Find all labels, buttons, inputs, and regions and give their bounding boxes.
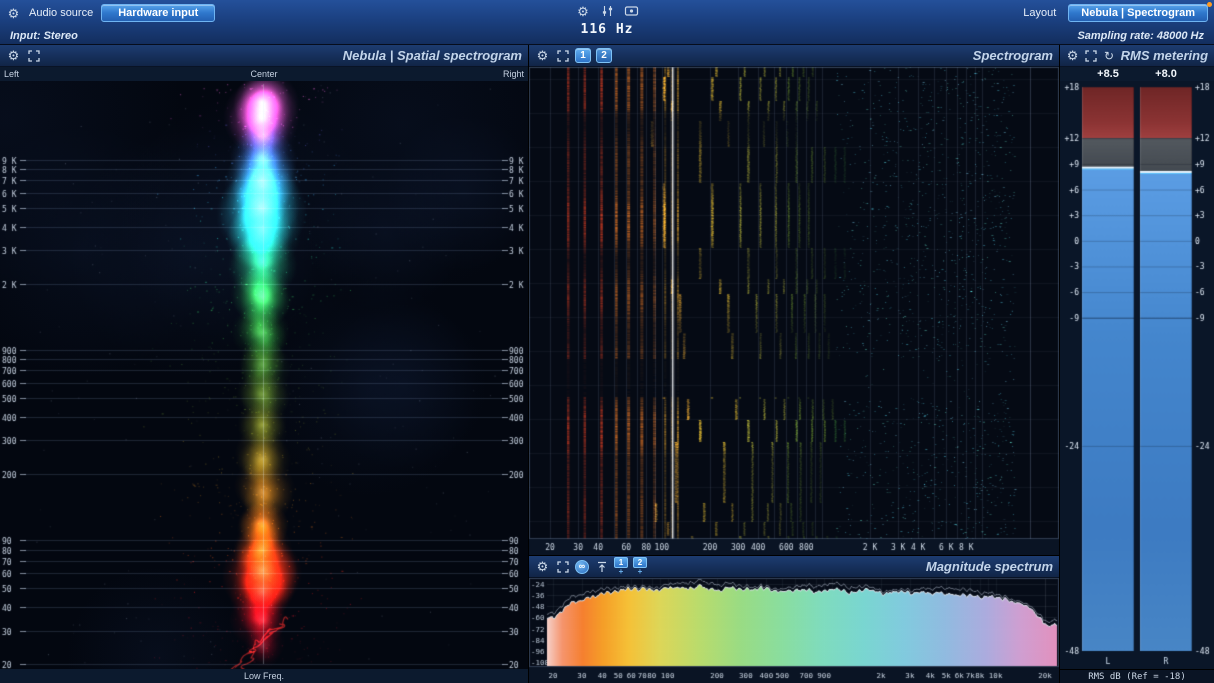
rms-meter-bars	[1060, 81, 1214, 669]
spectrogram-panel-title: Spectrogram	[972, 48, 1053, 63]
pan-left-label: Left	[4, 69, 20, 79]
rms-panel-header: ⚙ ↻ RMS metering	[1060, 45, 1214, 67]
rms-metering-panel: ⚙ ↻ RMS metering +8.5 +8.0 RMS dB (Ref =…	[1060, 45, 1214, 683]
input-mode-label: Input: Stereo	[10, 30, 78, 42]
magnitude-slot1-group: 1 +	[614, 557, 628, 576]
spectrogram-fullscreen-icon[interactable]	[555, 48, 570, 64]
rms-settings-gear-icon[interactable]: ⚙	[1066, 48, 1079, 64]
spatial-panel-title: Nebula | Spatial spectrogram	[342, 48, 522, 63]
rms-values-row: +8.5 +8.0	[1060, 67, 1214, 81]
spatial-fullscreen-icon[interactable]	[26, 48, 41, 64]
magnitude-panel-title: Magnitude spectrum	[925, 559, 1053, 574]
rms-right-value: +8.0	[1155, 68, 1177, 80]
hardware-input-button[interactable]: Hardware input	[101, 4, 216, 22]
spatial-panel-header: ⚙ Nebula | Spatial spectrogram	[0, 45, 528, 67]
io-routing-icon[interactable]	[600, 3, 615, 19]
audio-source-gear-icon[interactable]: ⚙	[6, 5, 21, 21]
topbar-center-group: ⚙ 116 Hz	[576, 2, 639, 37]
spatial-low-freq-row: Low Freq.	[0, 669, 528, 683]
pan-center-label: Center	[250, 69, 278, 79]
low-freq-label: Low Freq.	[243, 671, 285, 681]
rms-reset-icon[interactable]: ↻	[1102, 48, 1115, 64]
spectrogram-slot1-button[interactable]: 1	[575, 48, 591, 63]
rms-left-value: +8.5	[1097, 68, 1119, 80]
pan-right-label: Right	[503, 69, 525, 79]
preset-button[interactable]: Nebula | Spectrogram	[1068, 4, 1208, 22]
main-area: ⚙ Nebula | Spatial spectrogram Left Cent…	[0, 45, 1214, 683]
magnitude-spectrum-panel: ⚙ ∞ 1 + 2 + Magnitude spectrum	[529, 555, 1059, 683]
settings-gear-icon[interactable]: ⚙	[576, 3, 591, 19]
display-mode-icon[interactable]	[624, 3, 639, 19]
audio-source-label: Audio source	[29, 7, 94, 19]
magnitude-settings-gear-icon[interactable]: ⚙	[535, 559, 550, 575]
spatial-spectrogram-plot[interactable]	[0, 81, 528, 669]
audio-source-group: ⚙ Audio source Hardware input	[6, 4, 216, 22]
rms-reference-label: RMS dB (Ref = -18)	[1088, 671, 1186, 682]
spatial-settings-gear-icon[interactable]: ⚙	[6, 48, 21, 64]
average-infinite-button[interactable]: ∞	[575, 559, 589, 574]
magnitude-fullscreen-icon[interactable]	[555, 559, 570, 575]
spectrogram-panel-header: ⚙ 1 2 Spectrogram	[529, 45, 1059, 67]
magnitude-slot2-group: 2 +	[633, 557, 647, 576]
spectrogram-slot2-button[interactable]: 2	[596, 48, 612, 63]
spectrogram-panel: ⚙ 1 2 Spectrogram	[529, 45, 1059, 555]
topbar: ⚙ Audio source Hardware input ⚙ 116 Hz L…	[0, 0, 1214, 45]
sampling-rate-label: Sampling rate: 48000 Hz	[1077, 30, 1204, 42]
layout-button[interactable]: Layout	[1023, 7, 1056, 19]
magnitude-panel-header: ⚙ ∞ 1 + 2 + Magnitude spectrum	[529, 556, 1059, 578]
cursor-frequency-readout: 116 Hz	[580, 22, 634, 37]
rms-fullscreen-icon[interactable]	[1084, 48, 1097, 64]
magnitude-slot2-add-icon[interactable]: +	[638, 568, 643, 576]
rms-footer: RMS dB (Ref = -18)	[1060, 669, 1214, 683]
magnitude-spectrum-plot[interactable]	[529, 578, 1059, 683]
app-root: ⚙ Audio source Hardware input ⚙ 116 Hz L…	[0, 0, 1214, 683]
magnitude-slot1-add-icon[interactable]: +	[619, 568, 624, 576]
peak-hold-icon[interactable]	[594, 559, 609, 575]
spectrogram-settings-gear-icon[interactable]: ⚙	[535, 48, 550, 64]
rms-panel-title: RMS metering	[1120, 48, 1209, 63]
middle-column: ⚙ 1 2 Spectrogram ⚙ ∞ 1 + 2 + Magnitude …	[529, 45, 1060, 683]
spatial-pan-axis: Left Center Right	[0, 67, 528, 81]
notification-dot	[1207, 2, 1212, 7]
spectrogram-plot[interactable]	[529, 67, 1059, 555]
topbar-right-group: Layout Nebula | Spectrogram	[1023, 4, 1208, 22]
spatial-spectrogram-panel: ⚙ Nebula | Spatial spectrogram Left Cent…	[0, 45, 529, 683]
